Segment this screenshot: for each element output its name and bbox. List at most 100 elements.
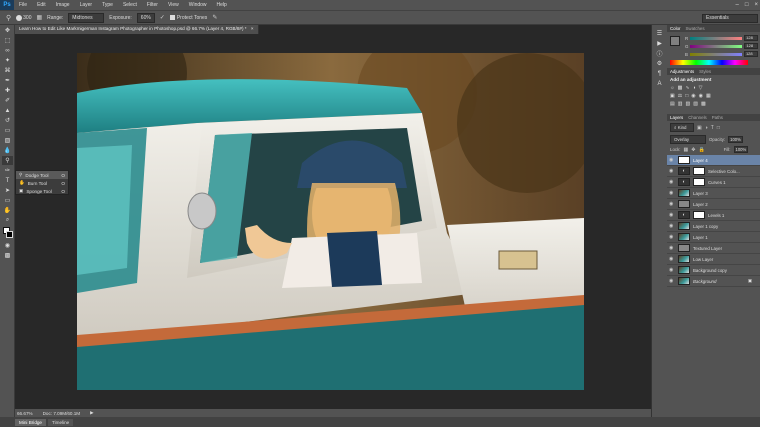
actions-panel-icon[interactable]: ▶ [654,39,665,48]
filter-adjustment-icon[interactable]: ◑ [705,125,708,131]
menu-edit[interactable]: Edit [32,2,51,8]
layer-row[interactable]: ◉ Textured Layer [667,243,760,254]
lock-position-icon[interactable]: ✥ [691,147,695,153]
dodge-tool-icon[interactable]: ⚲ [2,156,13,165]
pressure-size-icon[interactable]: ✎ [212,14,217,21]
curves-icon[interactable]: ∿ [685,85,689,91]
visibility-eye-icon[interactable]: ◉ [669,278,675,284]
quick-mask-icon[interactable]: ◉ [2,241,13,250]
tab-timeline[interactable]: Timeline [47,418,74,426]
workspace-select[interactable]: Essentials [702,14,758,23]
hue-saturation-icon[interactable]: ▣ [670,93,675,99]
color-spectrum[interactable] [670,60,748,65]
hand-tool-icon[interactable]: ✋ [2,206,13,215]
tab-styles[interactable]: Styles [699,69,711,74]
zoom-tool-icon[interactable]: ⌕ [2,216,13,225]
blue-value[interactable]: 128 [743,51,758,57]
blend-mode-select[interactable]: Overlay [670,135,706,144]
visibility-eye-icon[interactable]: ◉ [669,179,675,185]
visibility-eye-icon[interactable]: ◉ [669,157,675,163]
color-balance-icon[interactable]: ⚖ [678,93,682,99]
move-tool-icon[interactable]: ✥ [2,26,13,35]
menu-image[interactable]: Image [51,2,75,8]
document-tab[interactable]: Learn How to Edit Like Markmigerman Inst… [15,25,259,34]
visibility-eye-icon[interactable]: ◉ [669,212,675,218]
threshold-icon[interactable]: ▧ [685,101,690,107]
exposure-icon[interactable]: ◑ [693,85,696,91]
tab-swatches[interactable]: Swatches [686,26,705,31]
path-select-tool-icon[interactable]: ➤ [2,186,13,195]
quick-select-tool-icon[interactable]: ✦ [2,56,13,65]
foreground-background-colors-icon[interactable] [2,226,13,240]
layer-row[interactable]: ◉ Background ▣ [667,276,760,287]
eyedropper-tool-icon[interactable]: ✒ [2,76,13,85]
layer-row[interactable]: ◉ Layer 2 [667,199,760,210]
menu-view[interactable]: View [163,2,184,8]
type-tool-icon[interactable]: T [2,176,13,185]
pen-tool-icon[interactable]: ✑ [2,166,13,175]
close-tab-icon[interactable]: × [251,26,254,31]
close-button[interactable]: × [754,2,758,8]
canvas-image[interactable] [77,53,584,390]
character-panel-icon[interactable]: A [654,79,665,88]
layer-row[interactable]: ◉ ◐ Curves 1 [667,177,760,188]
protect-tones-checkbox[interactable]: Protect Tones [169,15,207,21]
layer-thumbnail[interactable] [678,266,690,274]
layer-thumbnail[interactable] [678,156,690,164]
brush-tool-icon[interactable]: ✐ [2,96,13,105]
filter-shape-icon[interactable]: □ [717,125,720,131]
gradient-tool-icon[interactable]: ▧ [2,136,13,145]
menu-layer[interactable]: Layer [75,2,98,8]
visibility-eye-icon[interactable]: ◉ [669,168,675,174]
dodge-tool-preset-icon[interactable]: ⚲ [6,14,11,22]
lasso-tool-icon[interactable]: ∞ [2,46,13,55]
filter-type-icon[interactable]: T [711,125,714,131]
green-value[interactable]: 128 [744,43,759,49]
selective-color-icon[interactable]: ▨ [693,101,698,107]
layer-row[interactable]: ◉ Low Layer [667,254,760,265]
lock-pixels-icon[interactable]: ▦ [684,147,689,153]
lock-all-icon[interactable]: 🔒 [698,147,704,153]
maximize-button[interactable]: □ [745,2,749,8]
visibility-eye-icon[interactable]: ◉ [669,234,675,240]
flyout-sponge-tool[interactable]: ▣ Sponge Tool O [16,187,68,195]
menu-type[interactable]: Type [97,2,118,8]
visibility-eye-icon[interactable]: ◉ [669,245,675,251]
airbrush-icon[interactable]: ✓ [160,14,165,21]
layer-thumbnail[interactable] [678,222,690,230]
layer-row[interactable]: ◉ Layer 3 [667,188,760,199]
visibility-eye-icon[interactable]: ◉ [669,267,675,273]
photo-filter-icon[interactable]: ◉ [691,93,695,99]
posterize-icon[interactable]: ▥ [678,101,683,107]
brightness-contrast-icon[interactable]: ☼ [670,85,675,91]
blue-slider[interactable] [689,52,742,56]
layer-row[interactable]: ◉ Layer 4 [667,155,760,166]
fill-input[interactable]: 100% [733,146,749,153]
layer-row[interactable]: ◉ Layer 1 [667,232,760,243]
opacity-input[interactable]: 100% [728,136,743,143]
rectangle-tool-icon[interactable]: ▭ [2,196,13,205]
menu-help[interactable]: Help [212,2,232,8]
layer-thumbnail[interactable] [678,255,690,263]
layer-kind-filter[interactable]: ⌕ Kind [670,123,694,132]
tab-color[interactable]: Color [670,26,681,31]
layer-row[interactable]: ◉ Background copy [667,265,760,276]
layer-mask-thumbnail[interactable] [693,178,705,186]
layer-thumbnail[interactable] [678,189,690,197]
screen-mode-icon[interactable]: ▩ [2,251,13,260]
menu-select[interactable]: Select [118,2,142,8]
zoom-level[interactable]: 66.67% [17,411,33,416]
brush-panel-icon[interactable]: ▦ [36,14,42,21]
eraser-tool-icon[interactable]: ▭ [2,126,13,135]
history-brush-tool-icon[interactable]: ↺ [2,116,13,125]
black-white-icon[interactable]: □ [685,93,688,99]
invert-icon[interactable]: ▤ [670,101,675,107]
menu-filter[interactable]: Filter [142,2,163,8]
brush-preset-picker[interactable]: 300 [16,14,31,21]
layer-row[interactable]: ◉ Layer 1 copy [667,221,760,232]
menu-file[interactable]: File [14,2,32,8]
tab-paths[interactable]: Paths [712,115,723,120]
green-slider[interactable] [690,44,743,48]
minimize-button[interactable]: – [736,2,739,8]
range-select[interactable]: Midtones [68,12,105,23]
